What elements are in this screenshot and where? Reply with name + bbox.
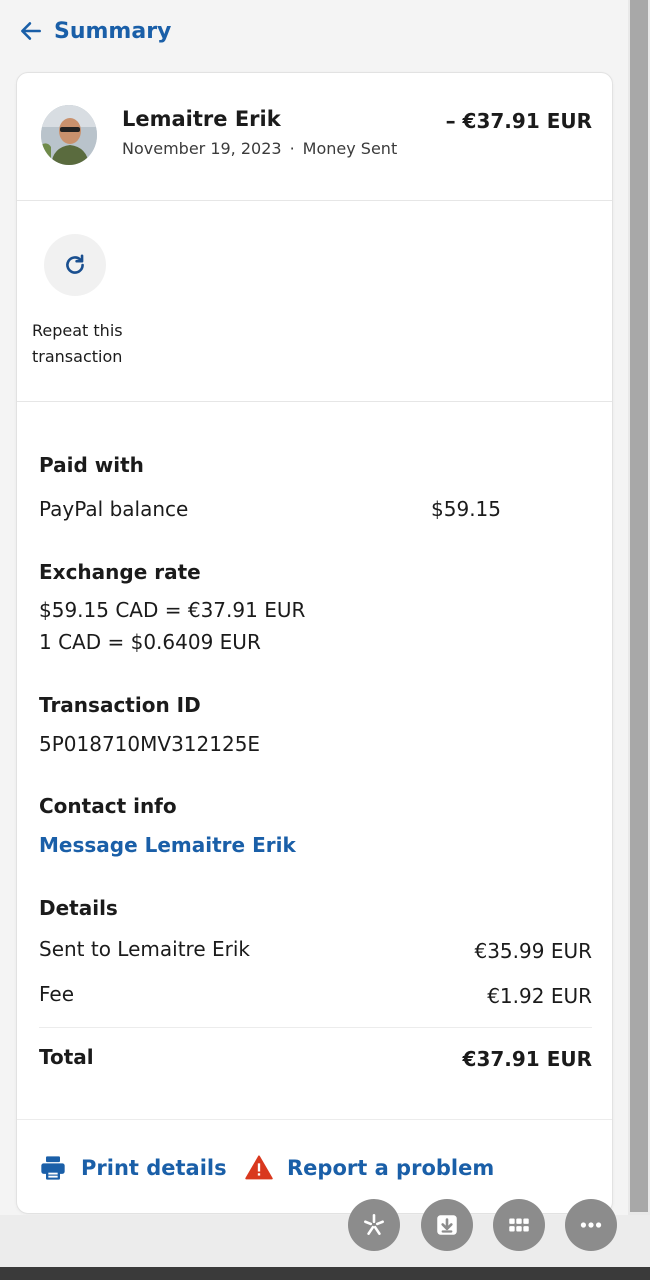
repeat-transaction-button[interactable] (44, 234, 106, 296)
print-details-button[interactable]: Print details (39, 1154, 227, 1182)
more-icon (580, 1222, 602, 1228)
total-amount: €37.91 EUR (462, 1047, 592, 1071)
exchange-rate-line-2: 1 CAD = $0.6409 EUR (39, 630, 261, 654)
payment-method: PayPal balance (39, 497, 189, 521)
download-icon (437, 1215, 457, 1235)
sent-to-label: Sent to Lemaitre Erik (39, 937, 250, 961)
warning-icon (245, 1155, 273, 1180)
magic-action-button[interactable] (348, 1199, 400, 1251)
fee-amount: €1.92 EUR (487, 984, 592, 1008)
total-label: Total (39, 1045, 94, 1069)
sent-to-amount: €35.99 EUR (474, 939, 592, 963)
transaction-card: Lemaitre Erik November 19, 2023 · Money Se… (16, 72, 613, 1214)
scrollbar-thumb[interactable] (630, 0, 648, 1212)
transaction-type: Money Sent (302, 139, 398, 158)
download-button[interactable] (421, 1199, 473, 1251)
arrow-left-icon (21, 22, 41, 40)
printer-icon (41, 1156, 65, 1180)
bottom-toolbar-strip (0, 1215, 650, 1267)
contact-info-title: Contact info (39, 794, 177, 818)
bottom-edge-bar (0, 1267, 650, 1280)
refresh-icon (66, 254, 84, 274)
avatar-photo (41, 105, 97, 165)
details-title: Details (39, 896, 118, 920)
avatar (41, 105, 97, 165)
grid-menu-button[interactable] (493, 1199, 545, 1251)
paid-with-title: Paid with (39, 453, 144, 477)
meta-separator: · (289, 139, 295, 158)
transaction-amount: – €37.91 EUR (445, 109, 592, 133)
back-to-summary-link[interactable]: Summary (18, 18, 171, 44)
transaction-date: November 19, 2023 (122, 139, 282, 158)
repeat-section: Repeat this transaction (17, 201, 612, 402)
report-problem-label: Report a problem (287, 1156, 495, 1180)
transaction-id-title: Transaction ID (39, 693, 201, 717)
page-scrollbar[interactable] (628, 0, 650, 1215)
transaction-header: Lemaitre Erik November 19, 2023 · Money Se… (17, 73, 612, 201)
magic-icon (364, 1213, 384, 1235)
exchange-rate-title: Exchange rate (39, 560, 201, 584)
print-details-label: Print details (81, 1156, 227, 1180)
report-problem-button[interactable]: Report a problem (245, 1154, 494, 1182)
back-label: Summary (54, 18, 172, 44)
payment-amount: $59.15 (431, 497, 501, 521)
exchange-rate-line-1: $59.15 CAD = €37.91 EUR (39, 598, 306, 622)
counterparty-name: Lemaitre Erik (122, 107, 281, 131)
more-options-button[interactable] (565, 1199, 617, 1251)
repeat-transaction-label: Repeat this transaction (32, 321, 123, 366)
fee-label: Fee (39, 982, 75, 1006)
message-contact-link[interactable]: Message Lemaitre Erik (39, 833, 296, 857)
transaction-id-value: 5P018710MV312125E (39, 732, 261, 756)
transaction-meta: November 19, 2023 · Money Sent (122, 139, 397, 158)
details-divider (39, 1027, 592, 1028)
grid-icon (509, 1218, 529, 1232)
